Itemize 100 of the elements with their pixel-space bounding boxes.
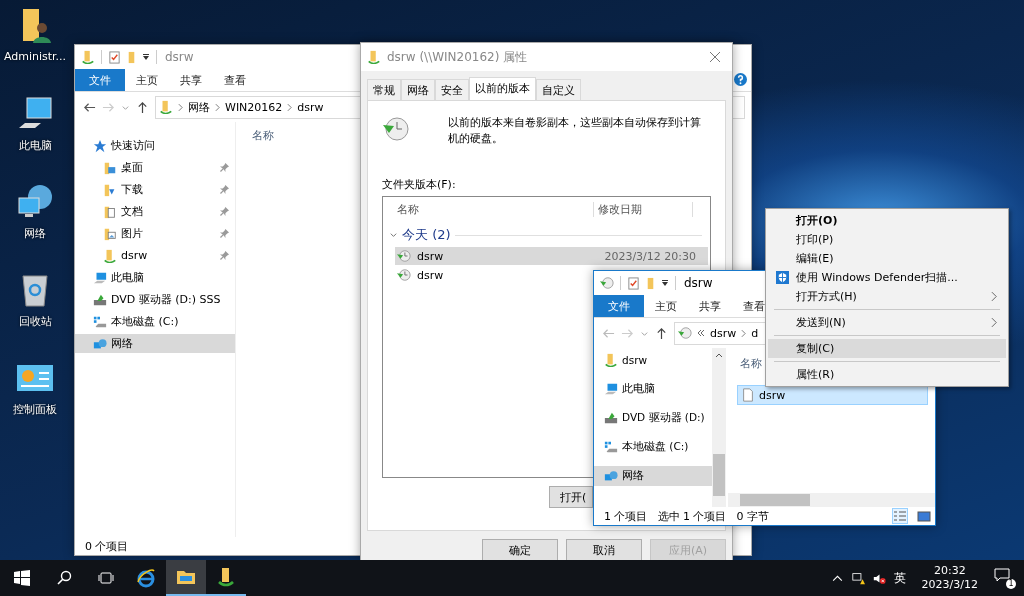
close-icon[interactable] [710, 52, 720, 62]
description-text: 以前的版本来自卷影副本，这些副本自动保存到计算机的硬盘。 [448, 115, 702, 147]
computer-icon [604, 382, 618, 396]
menu-item[interactable]: 复制(C) [768, 339, 1006, 358]
dialog-tab[interactable]: 安全 [435, 79, 469, 100]
column-header[interactable]: 名称 [740, 357, 762, 370]
browser-e-icon [136, 568, 156, 588]
nav-item[interactable]: 本地磁盘 (C:) [75, 312, 235, 331]
windows-start-icon[interactable] [14, 570, 30, 586]
nav-item[interactable]: 文档 [75, 202, 235, 221]
nav-item[interactable]: 此电脑 [75, 268, 235, 287]
up-arrow-icon[interactable] [655, 326, 668, 340]
breadcrumb[interactable]: 网络 [188, 99, 210, 115]
file-menu-tab[interactable]: 文件 [594, 295, 644, 317]
task-view-icon[interactable] [98, 570, 114, 586]
dialog-tab[interactable]: 自定义 [536, 79, 581, 100]
chevron-icon[interactable] [389, 230, 398, 240]
pin-icon[interactable] [220, 229, 229, 238]
breadcrumb[interactable]: dsrw [710, 326, 737, 340]
breadcrumb[interactable]: WIN20162 [225, 100, 283, 114]
menu-item[interactable]: 编辑(E) [768, 249, 1006, 268]
status-text: 1 个项目 [604, 508, 648, 524]
shared-folder-icon [216, 567, 236, 587]
scrollbar-thumb[interactable] [740, 494, 810, 506]
nav-item[interactable]: 网络 [75, 334, 235, 353]
menu-item[interactable]: 使用 Windows Defender扫描... [768, 268, 1006, 287]
file-row[interactable]: dsrw [737, 385, 928, 405]
ribbon-tab[interactable]: 共享 [169, 69, 213, 91]
details-view-icon[interactable] [893, 509, 907, 523]
nav-item[interactable]: DVD 驱动器 (D:) [594, 408, 712, 428]
network-warning-icon[interactable] [851, 571, 865, 585]
chevron-right-icon[interactable] [287, 102, 293, 112]
ribbon-tab[interactable]: 主页 [125, 69, 169, 91]
search-icon[interactable] [56, 570, 72, 586]
open-button[interactable]: 打开( [549, 486, 593, 508]
status-text: 0 字节 [736, 508, 769, 524]
nav-item[interactable]: dsrw [75, 246, 235, 265]
double-chevron-icon[interactable] [697, 329, 705, 337]
speaker-muted-icon[interactable] [872, 571, 886, 585]
input-method-indicator[interactable]: 英 [893, 569, 906, 587]
clock[interactable]: 20:32 2023/3/12 [921, 564, 978, 592]
version-row[interactable]: dsrw [395, 266, 450, 284]
scrollbar-thumb[interactable] [713, 454, 725, 496]
nav-item[interactable]: 本地磁盘 (C:) [594, 437, 712, 457]
shared-folder-icon [81, 50, 95, 64]
chevron-right-icon[interactable] [741, 328, 747, 338]
menu-item[interactable]: 打印(P) [768, 230, 1006, 249]
scrollbar[interactable] [728, 493, 935, 507]
window-title: dsrw [684, 276, 713, 290]
checkmark-document-icon[interactable] [627, 276, 640, 290]
taskbar-app[interactable] [166, 560, 206, 596]
dropdown-arrow-icon[interactable] [661, 279, 669, 287]
pin-icon[interactable] [220, 185, 229, 194]
nav-item[interactable]: DVD 驱动器 (D:) SSS [75, 290, 235, 309]
nav-item[interactable]: 网络 [594, 466, 712, 486]
dialog-button[interactable]: 确定 [482, 539, 558, 561]
dropdown-arrow-icon[interactable] [142, 53, 150, 61]
nav-item[interactable]: 图片 [75, 224, 235, 243]
dvd-drive-icon [604, 411, 618, 425]
pin-icon[interactable] [220, 163, 229, 172]
dialog-button[interactable]: 取消 [566, 539, 642, 561]
status-text: 0 个项目 [85, 538, 129, 554]
large-icons-view-icon[interactable] [917, 509, 931, 523]
shared-folder-icon [103, 248, 117, 263]
column-header[interactable]: 名称 [383, 201, 594, 217]
scrollbar[interactable] [712, 348, 726, 507]
nav-item[interactable]: dsrw [594, 350, 712, 370]
dialog-tab[interactable]: 以前的版本 [469, 77, 536, 100]
dialog-tab[interactable]: 网络 [401, 79, 435, 100]
group-header[interactable]: 今天 (2) [402, 226, 451, 244]
ribbon-tab[interactable]: 主页 [644, 295, 688, 317]
ribbon-tab[interactable]: 查看 [213, 69, 257, 91]
notification-button[interactable]: 1 [994, 567, 1016, 589]
nav-item[interactable]: 桌面 [75, 158, 235, 177]
up-arrow-icon[interactable] [136, 100, 149, 114]
pin-icon[interactable] [220, 251, 229, 260]
breadcrumb[interactable]: dsrw [297, 100, 324, 114]
chevron-right-icon[interactable] [215, 102, 220, 112]
nav-item[interactable]: 快速访问 [75, 136, 235, 155]
ribbon-tab[interactable]: 共享 [688, 295, 732, 317]
column-header[interactable]: 修改日期 [594, 201, 693, 217]
help-icon[interactable] [734, 73, 747, 86]
desktop-icon-label: 控制面板 [13, 402, 57, 417]
menu-item[interactable]: 打开方式(H) [768, 287, 1006, 306]
column-header[interactable]: 名称 [252, 129, 274, 142]
breadcrumb[interactable]: d [751, 326, 759, 340]
version-row[interactable]: dsrw 2023/3/12 20:30 [395, 247, 708, 265]
picture-folder-icon [103, 226, 117, 241]
nav-item[interactable]: 此电脑 [594, 379, 712, 399]
dvd-drive-icon [93, 292, 107, 307]
dialog-tab[interactable]: 常规 [367, 79, 401, 100]
checkmark-document-icon[interactable] [108, 50, 121, 64]
menu-item[interactable]: 属性(R) [768, 365, 1006, 384]
menu-item[interactable]: 打开(O) [768, 211, 1006, 230]
menu-item[interactable]: 发送到(N) [768, 313, 1006, 332]
chevron-right-icon[interactable] [178, 102, 183, 112]
nav-item[interactable]: 下载 [75, 180, 235, 199]
shared-folder-icon [604, 353, 618, 367]
file-menu-tab[interactable]: 文件 [75, 69, 125, 91]
pin-icon[interactable] [220, 207, 229, 216]
